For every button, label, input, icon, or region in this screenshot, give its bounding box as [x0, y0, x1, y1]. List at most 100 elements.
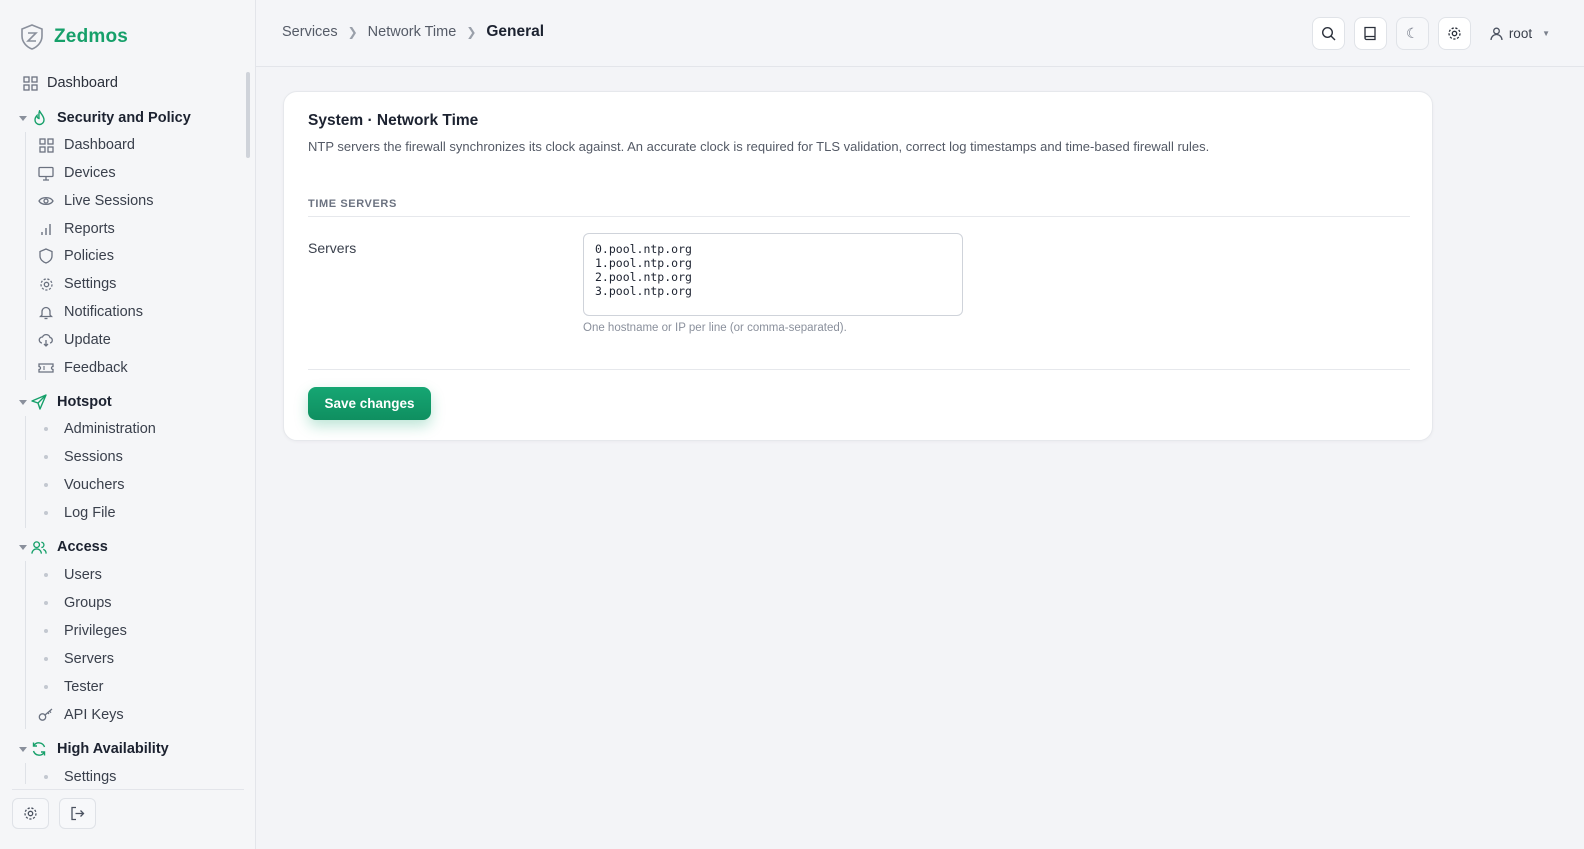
- sidebar-item-policies[interactable]: Policies: [0, 243, 246, 269]
- sidebar-item-users[interactable]: Users: [0, 562, 246, 588]
- flame-icon: [31, 110, 47, 126]
- sidebar-item-update[interactable]: Update: [0, 327, 246, 353]
- bullet-icon: [44, 483, 48, 487]
- sidebar-item-label: Settings: [64, 769, 117, 784]
- breadcrumb-network-time[interactable]: Network Time: [368, 24, 457, 40]
- shield-icon: [38, 248, 54, 264]
- servers-textarea[interactable]: 0.pool.ntp.org 1.pool.ntp.org 2.pool.ntp…: [583, 233, 963, 316]
- sidebar-footer: [12, 798, 96, 829]
- sidebar-item-label: Tester: [64, 679, 104, 695]
- card-divider: [308, 369, 1410, 370]
- chevron-right-icon: ❯: [347, 25, 358, 39]
- sidebar-item-label: API Keys: [64, 707, 124, 723]
- sidebar-item-label: Policies: [64, 248, 114, 264]
- sidebar-section-label: Security and Policy: [57, 110, 191, 126]
- sidebar-item-label: Notifications: [64, 304, 143, 320]
- bullet-icon: [44, 573, 48, 577]
- save-button[interactable]: Save changes: [308, 387, 431, 420]
- bullet-icon: [44, 629, 48, 633]
- sidebar-item-live-sessions[interactable]: Live Sessions: [0, 188, 246, 214]
- bell-icon: [38, 304, 54, 320]
- chevron-right-icon: ❯: [466, 25, 477, 39]
- sidebar-item-servers[interactable]: Servers: [0, 646, 246, 672]
- chevron-down-icon: [19, 746, 27, 752]
- cloud-download-icon: [38, 332, 54, 348]
- gear-icon: [38, 276, 54, 292]
- users-icon: [31, 539, 47, 555]
- bullet-icon: [44, 511, 48, 515]
- sidebar-item-settings[interactable]: Settings: [0, 271, 246, 297]
- brand-logo-icon: [20, 24, 44, 50]
- search-icon: [1321, 26, 1336, 41]
- sidebar-item-label: Log File: [64, 505, 116, 521]
- sidebar-section-hotspot[interactable]: Hotspot: [0, 389, 246, 415]
- logout-button[interactable]: [59, 798, 96, 829]
- monitor-icon: [38, 165, 54, 181]
- sidebar-item-ha-settings[interactable]: Settings: [0, 764, 246, 784]
- sidebar-item-label: Servers: [64, 651, 114, 667]
- user-name: root: [1508, 26, 1533, 41]
- settings-button[interactable]: [1437, 17, 1471, 50]
- sidebar-scrollbar[interactable]: [246, 72, 250, 158]
- brand[interactable]: Zedmos: [20, 22, 128, 52]
- breadcrumb-services[interactable]: Services: [282, 24, 338, 40]
- send-icon: [31, 394, 47, 410]
- sidebar-item-sp-dashboard[interactable]: Dashboard: [0, 132, 246, 158]
- chevron-down-icon: [19, 544, 27, 550]
- card-title: System · Network Time: [308, 112, 479, 129]
- sidebar-section-high-availability[interactable]: High Availability: [0, 736, 246, 762]
- sidebar-item-sessions[interactable]: Sessions: [0, 444, 246, 470]
- network-time-card: System · Network Time NTP servers the fi…: [283, 91, 1433, 441]
- grid-icon: [22, 75, 38, 91]
- section-divider: [308, 216, 1410, 217]
- sidebar-item-log-file[interactable]: Log File: [0, 500, 246, 526]
- sidebar-section-label: High Availability: [57, 741, 169, 757]
- key-icon: [38, 707, 54, 723]
- servers-label: Servers: [308, 240, 357, 256]
- topbar: Services ❯ Network Time ❯ General ☾ root…: [256, 0, 1584, 67]
- card-description: NTP servers the firewall synchronizes it…: [308, 139, 1210, 154]
- search-button[interactable]: [1311, 17, 1345, 50]
- sidebar-item-tester[interactable]: Tester: [0, 674, 246, 700]
- sidebar-item-label: Dashboard: [47, 75, 118, 91]
- sidebar-item-privileges[interactable]: Privileges: [0, 618, 246, 644]
- sidebar-item-administration[interactable]: Administration: [0, 416, 246, 442]
- brand-name: Zedmos: [54, 26, 129, 47]
- sidebar-item-dashboard[interactable]: Dashboard: [0, 70, 246, 96]
- sidebar-nav: Dashboard Security and Policy Dashboard …: [0, 68, 256, 784]
- user-icon: [1490, 27, 1503, 41]
- sidebar-item-label: Reports: [64, 221, 115, 237]
- bullet-icon: [44, 427, 48, 431]
- user-menu[interactable]: root ▼: [1490, 26, 1550, 41]
- sidebar-item-groups[interactable]: Groups: [0, 590, 246, 616]
- gear-icon: [1447, 26, 1462, 41]
- sidebar-item-label: Vouchers: [64, 477, 125, 493]
- sidebar-item-feedback[interactable]: Feedback: [0, 355, 246, 381]
- sidebar-item-label: Live Sessions: [64, 193, 154, 209]
- sidebar-item-reports[interactable]: Reports: [0, 216, 246, 242]
- docs-button[interactable]: [1353, 17, 1387, 50]
- sidebar-item-label: Administration: [64, 421, 156, 437]
- sidebar-section-label: Hotspot: [57, 394, 112, 410]
- sidebar-item-label: Settings: [64, 276, 117, 292]
- sidebar-item-label: Privileges: [64, 623, 127, 639]
- grid-icon: [38, 137, 54, 153]
- bullet-icon: [44, 775, 48, 779]
- theme-toggle-button[interactable]: ☾: [1395, 17, 1429, 50]
- section-title: TIME SERVERS: [308, 198, 397, 210]
- sidebar-item-notifications[interactable]: Notifications: [0, 299, 246, 325]
- sidebar-section-security[interactable]: Security and Policy: [0, 105, 246, 131]
- sidebar-item-label: Feedback: [64, 360, 128, 376]
- sidebar-section-label: Access: [57, 539, 108, 555]
- sidebar: Zedmos Dashboard Security and Policy Das…: [0, 0, 256, 849]
- sidebar-section-access[interactable]: Access: [0, 534, 246, 560]
- bar-chart-icon: [38, 221, 54, 237]
- bullet-icon: [44, 455, 48, 459]
- sidebar-item-devices[interactable]: Devices: [0, 160, 246, 186]
- sidebar-item-api-keys[interactable]: API Keys: [0, 702, 246, 728]
- sidebar-item-label: Update: [64, 332, 111, 348]
- sidebar-settings-button[interactable]: [12, 798, 49, 829]
- sidebar-item-label: Sessions: [64, 449, 123, 465]
- sidebar-item-vouchers[interactable]: Vouchers: [0, 472, 246, 498]
- refresh-icon: [31, 741, 47, 757]
